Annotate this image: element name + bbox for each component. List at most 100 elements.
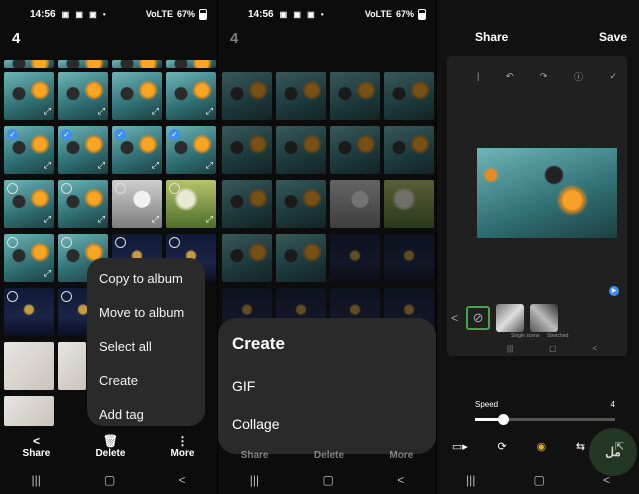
photo-thumb[interactable]: ⤢: [166, 72, 216, 120]
checkbox-icon[interactable]: [7, 183, 18, 194]
checkbox-icon[interactable]: [169, 237, 180, 248]
expand-icon[interactable]: ⤢: [152, 214, 159, 225]
delete-button[interactable]: Delete: [314, 450, 344, 461]
back-icon[interactable]: <: [603, 473, 610, 487]
photo-thumb[interactable]: ⤢: [58, 180, 108, 228]
photo-thumb[interactable]: ⤢: [4, 234, 54, 282]
photo-thumb[interactable]: [384, 72, 434, 120]
checkbox-icon[interactable]: [61, 183, 72, 194]
share-button[interactable]: Share: [475, 30, 508, 50]
photo-thumb[interactable]: [4, 288, 54, 336]
expand-icon[interactable]: ⤢: [152, 160, 159, 171]
menu-copy-to-album[interactable]: Copy to album: [87, 262, 205, 296]
play-icon[interactable]: ▶: [609, 286, 619, 296]
check-icon[interactable]: ✓: [169, 129, 180, 140]
photo-thumb[interactable]: [330, 234, 380, 282]
recent-apps-icon[interactable]: |||: [466, 473, 475, 487]
photo-thumb[interactable]: [276, 72, 326, 120]
photo-thumb[interactable]: [222, 234, 272, 282]
more-button[interactable]: More: [389, 450, 413, 461]
photo-thumb[interactable]: [384, 126, 434, 174]
checkbox-icon[interactable]: [61, 237, 72, 248]
photo-thumb[interactable]: [4, 396, 54, 426]
menu-move-to-album[interactable]: Move to album: [87, 296, 205, 330]
back-icon[interactable]: <: [178, 473, 185, 487]
expand-icon[interactable]: ⤢: [44, 268, 51, 279]
photo-thumb[interactable]: [222, 126, 272, 174]
photo-thumb-selected[interactable]: ✓ ⤢: [166, 126, 216, 174]
expand-icon[interactable]: ⤢: [206, 160, 213, 171]
photo-thumb[interactable]: ⤢: [166, 180, 216, 228]
expand-icon[interactable]: ⤢: [206, 106, 213, 117]
checkbox-icon[interactable]: [115, 183, 126, 194]
home-icon[interactable]: ▢: [104, 473, 115, 487]
share-button[interactable]: Share: [241, 450, 269, 461]
photo-thumb[interactable]: [276, 126, 326, 174]
check-icon[interactable]: ✓: [7, 129, 18, 140]
photo-thumb[interactable]: [330, 72, 380, 120]
photo-thumb[interactable]: [222, 180, 272, 228]
delete-button[interactable]: 🗑 Delete: [95, 435, 125, 460]
create-gif-option[interactable]: GIF: [232, 374, 422, 412]
effect-stretched[interactable]: [530, 304, 559, 332]
check-icon[interactable]: ✓: [609, 71, 617, 82]
photo-thumb[interactable]: ⤢: [4, 72, 54, 120]
checkbox-icon[interactable]: [115, 237, 126, 248]
checkbox-icon[interactable]: [61, 291, 72, 302]
photo-thumb[interactable]: [384, 234, 434, 282]
check-icon[interactable]: ✓: [61, 129, 72, 140]
home-icon[interactable]: ▢: [322, 473, 333, 487]
menu-create[interactable]: Create: [87, 364, 205, 398]
more-button[interactable]: ⋮ More: [171, 435, 195, 460]
expand-icon[interactable]: ⤢: [44, 106, 51, 117]
redo-icon[interactable]: ↷: [540, 71, 548, 82]
expand-icon[interactable]: ⤢: [206, 214, 213, 225]
rotate-icon[interactable]: ⟳: [498, 440, 507, 453]
photo-thumb[interactable]: [222, 72, 272, 120]
speed-slider[interactable]: [475, 414, 615, 425]
photo-thumb[interactable]: ⤢: [4, 180, 54, 228]
checkbox-icon[interactable]: [7, 237, 18, 248]
photo-thumb[interactable]: [276, 234, 326, 282]
expand-icon[interactable]: ⤢: [44, 160, 51, 171]
photo-thumb[interactable]: [58, 342, 86, 390]
effect-single-scene[interactable]: [496, 304, 525, 332]
undo-icon[interactable]: ↶: [506, 71, 514, 82]
photo-thumb[interactable]: [58, 60, 108, 68]
expand-icon[interactable]: ⤢: [98, 160, 105, 171]
home-icon[interactable]: ▢: [534, 473, 545, 487]
effect-icon[interactable]: ◉: [537, 440, 547, 453]
recent-apps-icon[interactable]: |||: [32, 473, 41, 487]
photo-thumb-selected[interactable]: ✓ ⤢: [4, 126, 54, 174]
share-button[interactable]: < Share: [23, 435, 51, 460]
photo-thumb[interactable]: [276, 180, 326, 228]
photo-thumb[interactable]: [384, 180, 434, 228]
menu-add-tag[interactable]: Add tag: [87, 398, 205, 432]
photo-thumb[interactable]: [330, 126, 380, 174]
photo-thumb[interactable]: [330, 180, 380, 228]
save-button[interactable]: Save: [599, 30, 627, 50]
recent-apps-icon[interactable]: |||: [250, 473, 259, 487]
expand-icon[interactable]: ⤢: [98, 106, 105, 117]
photo-thumb-selected[interactable]: ✓ ⤢: [58, 126, 108, 174]
collapse-arrow-icon[interactable]: <: [449, 311, 460, 325]
back-icon[interactable]: <: [397, 473, 404, 487]
expand-icon[interactable]: ⤢: [152, 106, 159, 117]
check-icon[interactable]: ✓: [115, 129, 126, 140]
photo-thumb[interactable]: [166, 60, 216, 68]
video-icon[interactable]: ▭▸: [452, 440, 468, 453]
expand-icon[interactable]: ⤢: [98, 214, 105, 225]
photo-thumb-selected[interactable]: ✓ ⤢: [112, 126, 162, 174]
menu-select-all[interactable]: Select all: [87, 330, 205, 364]
photo-thumb[interactable]: ⤢: [112, 180, 162, 228]
reverse-icon[interactable]: ⇆: [576, 440, 585, 453]
photo-thumb[interactable]: ⤢: [58, 72, 108, 120]
photo-thumb[interactable]: ⤢: [112, 72, 162, 120]
create-collage-option[interactable]: Collage: [232, 412, 422, 450]
speed-slider-knob[interactable]: [498, 414, 509, 425]
photo-thumb[interactable]: [4, 60, 54, 68]
info-icon[interactable]: ⓘ: [574, 70, 583, 83]
checkbox-icon[interactable]: [7, 291, 18, 302]
checkbox-icon[interactable]: [169, 183, 180, 194]
expand-icon[interactable]: ⤢: [44, 214, 51, 225]
